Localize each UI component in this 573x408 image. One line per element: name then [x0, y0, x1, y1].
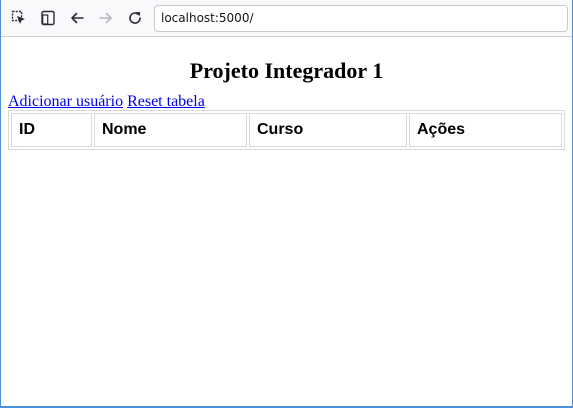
page-content: Projeto Integrador 1 Adicionar usuário R… [8, 38, 565, 150]
reload-icon[interactable] [123, 6, 147, 30]
forward-arrow-icon[interactable] [94, 6, 118, 30]
column-header-curso: Curso [249, 113, 407, 147]
users-table: ID Nome Curso Ações [8, 110, 565, 150]
url-bar[interactable]: localhost:5000/ [154, 5, 568, 32]
browser-window: localhost:5000/ Projeto Integrador 1 Adi… [0, 0, 573, 408]
page-title: Projeto Integrador 1 [189, 58, 384, 83]
url-text: localhost:5000/ [161, 11, 254, 25]
table-header-row: ID Nome Curso Ações [11, 113, 562, 147]
responsive-design-icon[interactable] [36, 6, 60, 30]
reset-table-link[interactable]: Reset tabela [127, 93, 205, 110]
column-header-nome: Nome [94, 113, 247, 147]
column-header-id: ID [11, 113, 92, 147]
column-header-acoes: Ações [409, 113, 562, 147]
browser-toolbar: localhost:5000/ [1, 0, 572, 37]
add-user-link[interactable]: Adicionar usuário [8, 93, 123, 110]
pick-element-icon[interactable] [7, 6, 31, 30]
action-links: Adicionar usuário Reset tabela [8, 92, 565, 111]
back-arrow-icon[interactable] [65, 6, 89, 30]
